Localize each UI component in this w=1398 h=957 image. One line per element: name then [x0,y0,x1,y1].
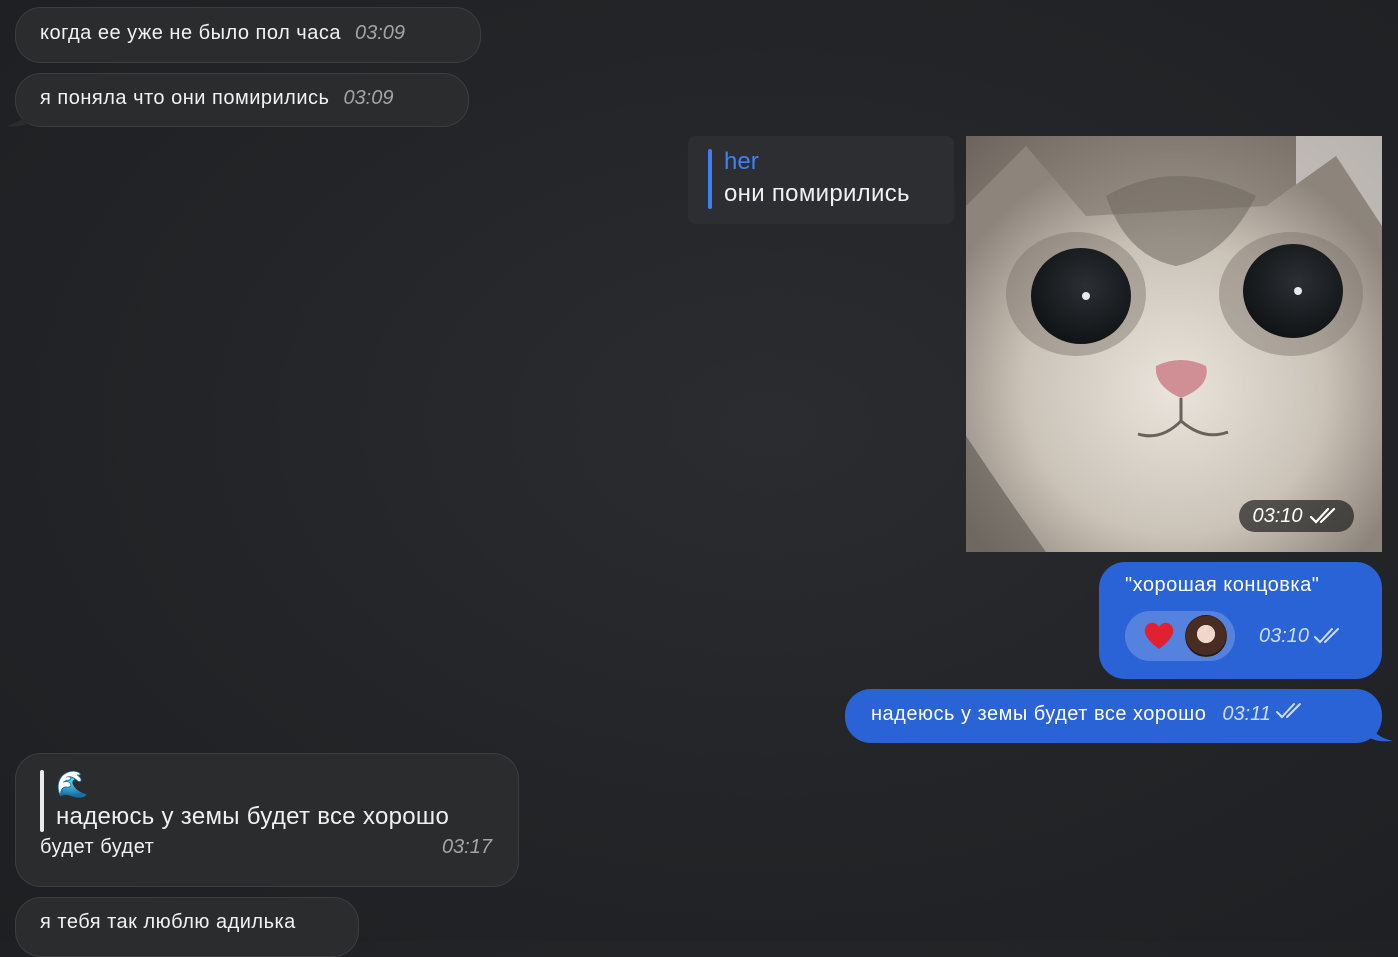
outgoing-message[interactable]: надеюсь у земы будет все хорошо 03:11 [845,689,1382,743]
message-text: я тебя так люблю адилька [40,911,296,933]
message-time: 03:11 [1222,703,1271,725]
outgoing-message[interactable]: "хорошая концовка" 03:10 [1099,562,1382,679]
double-check-icon [1314,628,1340,644]
message-time: 03:17 [441,836,492,858]
message-text: будет будет [40,836,155,858]
reply-preview-card[interactable]: her они помирились [688,136,954,224]
reply-text: они помирились [724,180,910,207]
quoted-text: надеюсь у земы будет все хорошо [56,803,450,830]
heart-icon [1144,622,1174,649]
photo-time-badge: 03:10 [1239,500,1354,532]
wave-emoji: 🌊 [56,769,89,799]
cat-photo-message[interactable]: 03:10 [966,136,1382,552]
bubble-tail [1366,715,1393,742]
message-time: 03:09 [354,22,406,44]
message-text: когда ее уже не было пол часа [40,22,341,44]
message-text: я поняла что они помирились [40,87,330,109]
double-check-icon [1275,703,1301,719]
reactor-avatar [1185,615,1227,657]
reply-author: her [724,148,759,175]
message-time: 03:10 [1252,504,1303,527]
incoming-message[interactable]: 🌊 надеюсь у земы будет все хорошо будет … [15,753,519,887]
quoted-message[interactable]: 🌊 надеюсь у земы будет все хорошо [40,768,492,834]
incoming-message[interactable]: когда ее уже не было пол часа 03:09 [15,7,481,63]
cat-photo [966,136,1382,552]
message-time: 03:09 [343,87,394,109]
reaction-pill[interactable] [1125,611,1235,661]
message-text: "хорошая концовка" [1125,574,1320,596]
incoming-message[interactable]: я тебя так люблю адилька [15,897,359,957]
incoming-message[interactable]: я поняла что они помирились 03:09 [15,73,469,127]
message-text: надеюсь у земы будет все хорошо [871,703,1207,725]
reply-quote: her они помирились [708,147,934,211]
message-time: 03:10 [1259,624,1310,647]
bubble-tail [6,100,33,127]
double-check-icon [1309,507,1335,524]
